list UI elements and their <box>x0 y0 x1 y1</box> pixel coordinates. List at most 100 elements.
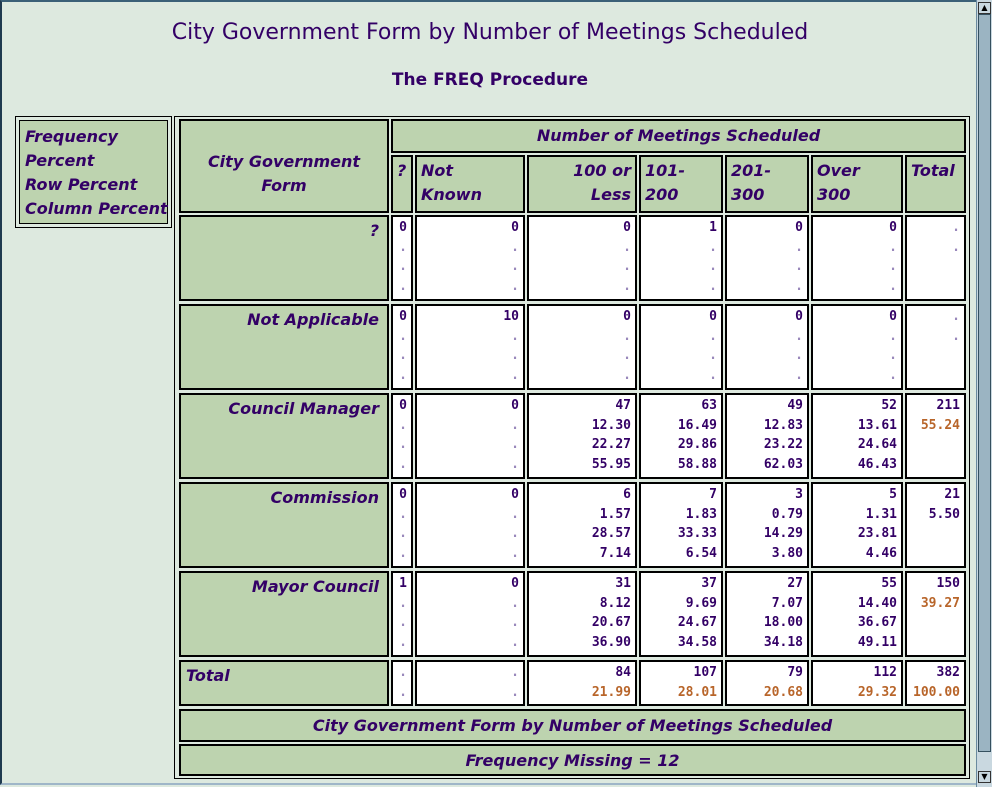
row-variable-label: City Government Form <box>207 152 361 195</box>
table-cell: 5 1.31 23.81 4.46 <box>811 482 903 568</box>
cell-column-percent: . <box>399 456 407 472</box>
table-cell: .. <box>905 215 966 301</box>
cell-row-percent: 23.22 <box>763 437 803 452</box>
frequency-missing-text: Frequency Missing = 12 <box>465 750 680 770</box>
cell-frequency: 31 <box>615 576 631 591</box>
page-title: City Government Form by Number of Meetin… <box>171 20 809 45</box>
table-cell: 63 16.49 29.86 58.88 <box>639 393 723 479</box>
cell-frequency: 0 <box>511 398 519 413</box>
row-header-label: Council Manager <box>228 399 379 418</box>
cell-column-percent: 34.18 <box>763 634 803 650</box>
table-cell: 47 12.30 22.27 55.95 <box>527 393 637 479</box>
scroll-thumb[interactable] <box>978 14 991 752</box>
total-frequency: 107 <box>693 665 717 680</box>
cell-percent: 16.49 <box>677 417 717 433</box>
cell-row-percent: . <box>623 259 631 274</box>
cell-percent: . <box>952 239 960 255</box>
cell-row-percent: . <box>709 259 717 274</box>
cell-percent: . <box>952 328 960 344</box>
crosstab-table: City Government Form Number of Meetings S… <box>174 116 970 779</box>
cell-frequency: 10 <box>503 309 519 324</box>
cell-percent: 12.30 <box>591 417 631 433</box>
cell-column-percent: . <box>511 367 519 383</box>
cell-row-percent: . <box>399 615 407 630</box>
total-frequency: . <box>511 665 519 680</box>
cell-frequency: 0 <box>511 487 519 502</box>
cell-percent: . <box>709 328 717 344</box>
cell-column-percent: . <box>795 278 803 294</box>
cell-frequency: 0 <box>511 220 519 235</box>
cell-percent: . <box>511 506 519 522</box>
cell-column-percent: 46.43 <box>857 456 897 472</box>
cell-column-percent: 58.88 <box>677 456 717 472</box>
cell-percent: . <box>399 328 407 344</box>
table-cell: .. <box>905 304 966 390</box>
table-cell: 211 55.24 <box>905 393 966 479</box>
table-cell: 1... <box>391 571 413 657</box>
total-frequency: 84 <box>615 665 631 680</box>
cell-row-percent: 14.29 <box>763 526 803 541</box>
cell-percent: . <box>399 239 407 255</box>
table-cell: 10... <box>415 304 525 390</box>
cell-percent: . <box>511 417 519 433</box>
total-percent: 28.01 <box>677 684 717 700</box>
vertical-scrollbar[interactable]: ▲ ▼ <box>976 0 992 787</box>
scroll-up-arrow-icon[interactable]: ▲ <box>978 2 991 14</box>
cell-percent: 14.40 <box>857 595 897 611</box>
cell-frequency: . <box>952 309 960 324</box>
table-cell: 0... <box>527 304 637 390</box>
table-cell: 0... <box>391 304 413 390</box>
cell-column-percent: 6.54 <box>685 545 717 561</box>
table-cell: 27 7.07 18.00 34.18 <box>725 571 809 657</box>
column-header-label: Total <box>911 161 955 180</box>
cell-percent: . <box>795 239 803 255</box>
cell-row-percent: 24.64 <box>857 437 897 452</box>
row-header-missing: ? <box>179 215 389 301</box>
row-header-not-applicable: Not Applicable <box>179 304 389 390</box>
row-variable-header: City Government Form <box>179 119 389 213</box>
procedure-subtitle: The FREQ Procedure <box>391 70 589 90</box>
legend-percent: Percent <box>25 151 95 170</box>
cell-row-percent: 18.00 <box>763 615 803 630</box>
cell-column-percent: 62.03 <box>763 456 803 472</box>
cell-row-percent: . <box>399 526 407 541</box>
row-header-label: Commission <box>270 488 379 507</box>
table-cell: 150 39.27 <box>905 571 966 657</box>
column-header-201-300: 201-300 <box>725 155 809 213</box>
cell-percent: 1.31 <box>865 506 897 522</box>
cell-percent: 13.61 <box>857 417 897 433</box>
table-cell: 0... <box>811 304 903 390</box>
cell-percent: 55.24 <box>920 417 960 433</box>
cell-row-percent: . <box>399 348 407 363</box>
cell-column-percent: . <box>399 545 407 561</box>
column-header-label: 100 or Less <box>573 161 631 204</box>
legend-row-percent: Row Percent <box>25 175 138 194</box>
table-cell: 0... <box>725 304 809 390</box>
table-cell: 49 12.83 23.22 62.03 <box>725 393 809 479</box>
cell-row-percent: . <box>511 615 519 630</box>
column-header-label: ? <box>397 161 407 180</box>
cell-row-percent: . <box>511 526 519 541</box>
cell-frequency: 47 <box>615 398 631 413</box>
table-cell: 21 5.50 <box>905 482 966 568</box>
cell-column-percent: . <box>511 634 519 650</box>
column-header-label: Over 300 <box>817 161 860 204</box>
table-cell: 0... <box>415 215 525 301</box>
cell-frequency: 55 <box>881 576 897 591</box>
scroll-down-arrow-icon[interactable]: ▼ <box>978 771 991 783</box>
cell-frequency: 0 <box>399 220 407 235</box>
cell-percent: 7.07 <box>771 595 803 611</box>
cell-row-percent: . <box>795 348 803 363</box>
cell-percent: . <box>623 239 631 255</box>
column-header-total: Total <box>905 155 966 213</box>
cell-frequency: 6 <box>623 487 631 502</box>
cell-row-percent: . <box>623 348 631 363</box>
total-percent: 100.00 <box>913 684 960 700</box>
cell-contents-legend: Frequency Percent Row Percent Column Per… <box>15 116 172 228</box>
cell-column-percent: . <box>795 367 803 383</box>
total-cell: 79 20.68 <box>725 660 809 706</box>
row-header-commission: Commission <box>179 482 389 568</box>
cell-frequency: 7 <box>709 487 717 502</box>
cell-percent: . <box>511 328 519 344</box>
cell-percent: 0.79 <box>771 506 803 522</box>
